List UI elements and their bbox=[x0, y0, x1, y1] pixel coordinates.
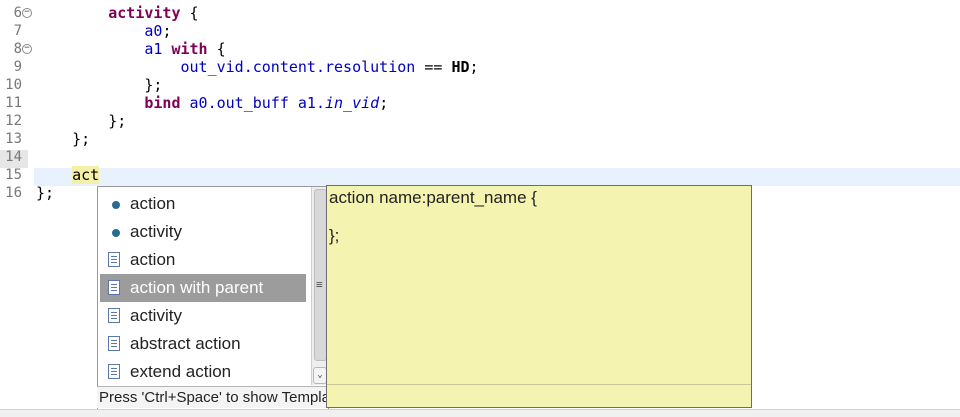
code-token: out_vid.content.resolution bbox=[180, 58, 416, 76]
code-token: with bbox=[171, 40, 208, 58]
line-number: 12 bbox=[5, 113, 22, 129]
keyword-dot-icon bbox=[112, 229, 120, 237]
code-text: }; bbox=[36, 184, 54, 202]
fold-toggle-icon[interactable]: − bbox=[22, 8, 32, 18]
code-token: { bbox=[207, 40, 226, 58]
info-footer bbox=[327, 384, 751, 407]
code-token: ; bbox=[469, 58, 479, 76]
info-line: }; bbox=[329, 226, 340, 245]
code-token: ; bbox=[162, 22, 172, 40]
code-text: out_vid.content.resolution == HD; bbox=[36, 58, 479, 76]
code-text: }; bbox=[36, 112, 126, 130]
code-token: }; bbox=[36, 130, 91, 148]
info-panel: action name:parent_name {}; bbox=[326, 185, 752, 408]
line-number: 7 bbox=[13, 23, 22, 39]
completion-item-label: abstract action bbox=[130, 334, 241, 353]
code-token: a0 bbox=[144, 22, 163, 40]
code-token: == bbox=[415, 58, 452, 76]
code-text: bind a0.out_buff a1.in_vid; bbox=[36, 94, 388, 112]
code-text: a0; bbox=[36, 22, 171, 40]
code-text: }; bbox=[36, 76, 162, 94]
line-number: 10 bbox=[5, 77, 22, 93]
scroll-down-arrow-icon[interactable]: ⌄ bbox=[313, 367, 327, 384]
completion-item-label: extend action bbox=[130, 362, 232, 381]
code-token: in_vid bbox=[325, 94, 380, 112]
code-text: a1 with { bbox=[36, 40, 226, 58]
completion-item[interactable]: activity bbox=[100, 218, 306, 246]
fold-toggle-icon[interactable]: − bbox=[22, 44, 32, 54]
completion-item-label: activity bbox=[130, 306, 182, 325]
completion-item-label: action bbox=[130, 194, 176, 213]
line-number: 15 bbox=[5, 167, 22, 183]
completion-item-label: activity bbox=[130, 222, 182, 241]
line-number: 6 bbox=[13, 5, 22, 21]
grip-icon: ≡ bbox=[316, 278, 323, 291]
code-token: HD bbox=[451, 58, 470, 76]
completion-popup[interactable]: action activity action action with parent ac… bbox=[97, 186, 329, 410]
completion-item-label: action with parent bbox=[130, 278, 264, 297]
code-token: activity bbox=[108, 4, 181, 22]
code-token: }; bbox=[36, 112, 127, 130]
completion-item-label: action bbox=[130, 250, 176, 269]
current-line-highlight bbox=[34, 168, 960, 186]
line-number: 11 bbox=[5, 95, 22, 111]
info-line: action name:parent_name { bbox=[329, 188, 537, 207]
completion-item[interactable]: activity bbox=[100, 302, 306, 330]
code-token: act bbox=[72, 166, 100, 184]
code-token: ; bbox=[379, 94, 389, 112]
template-icon bbox=[108, 252, 120, 267]
line-number: 9 bbox=[13, 59, 22, 75]
code-token: { bbox=[180, 4, 199, 22]
code-text: act bbox=[36, 166, 100, 184]
completion-item[interactable]: action with parent bbox=[100, 274, 306, 302]
keyword-dot-icon bbox=[112, 201, 120, 209]
code-token: }; bbox=[36, 76, 163, 94]
completion-item[interactable]: action bbox=[100, 190, 306, 218]
template-icon bbox=[108, 280, 120, 295]
code-token: a0.out_buff bbox=[189, 94, 289, 112]
completion-status-text: Press 'Ctrl+Space' to show Template Prop… bbox=[97, 386, 327, 408]
code-token: }; bbox=[36, 184, 55, 202]
line-number: 13 bbox=[5, 131, 22, 147]
code-token: bind bbox=[144, 94, 181, 112]
code-text: activity { bbox=[36, 4, 199, 22]
template-icon bbox=[108, 364, 120, 379]
line-number: 16 bbox=[5, 185, 22, 201]
code-text: }; bbox=[36, 130, 90, 148]
code-token: a1 bbox=[144, 40, 163, 58]
completion-item[interactable]: extend action bbox=[100, 358, 306, 386]
completion-item[interactable]: action bbox=[100, 246, 306, 274]
code-token: a1. bbox=[297, 94, 325, 112]
template-icon bbox=[108, 308, 120, 323]
line-number: 14 bbox=[5, 149, 22, 165]
line-number: 8 bbox=[13, 41, 22, 57]
completion-item[interactable]: abstract action bbox=[100, 330, 306, 358]
template-icon bbox=[108, 336, 120, 351]
